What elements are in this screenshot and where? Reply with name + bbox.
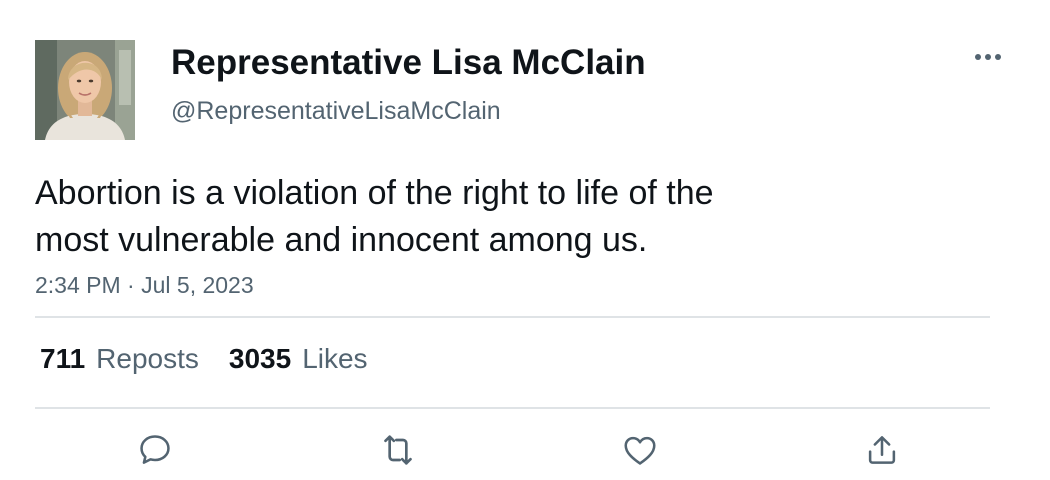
tweet-text-line: most vulnerable and innocent among us. [35,221,648,259]
divider [35,407,990,409]
ellipsis-icon [975,54,1001,60]
divider [35,316,990,318]
tweet-time: 2:34 PM [35,272,121,298]
tweet-date: Jul 5, 2023 [141,272,254,298]
likes-label: Likes [302,343,368,374]
tweet-timestamp[interactable]: 2:34 PM · Jul 5, 2023 [35,270,254,300]
heart-icon [624,436,656,465]
avatar[interactable] [35,40,135,140]
profile-photo-icon [35,40,135,140]
repost-arrows-icon [384,435,412,465]
speech-bubble-icon [140,435,170,464]
tweet-text-line: Abortion is a violation of the right to … [35,174,714,212]
author-display-name[interactable]: Representative Lisa McClain [171,42,646,84]
more-options-button[interactable] [968,44,1008,70]
likes-count: 3035 [228,343,292,374]
timestamp-separator: · [120,272,142,298]
tweet-text: Abortion is a violation of the right to … [35,170,795,264]
engagement-stats: 711 Reposts 3035 Likes [40,341,398,377]
reposts-count: 711 [40,343,86,374]
reposts-stat[interactable]: 711 Reposts [40,341,199,377]
reposts-label: Reposts [96,343,199,374]
likes-stat[interactable]: 3035 Likes [229,341,368,377]
reply-button[interactable] [135,430,175,470]
share-upload-icon [868,436,896,464]
share-button[interactable] [862,430,902,470]
author-handle[interactable]: @RepresentativeLisaMcClain [171,96,501,126]
repost-button[interactable] [378,430,418,470]
like-button[interactable] [620,430,660,470]
